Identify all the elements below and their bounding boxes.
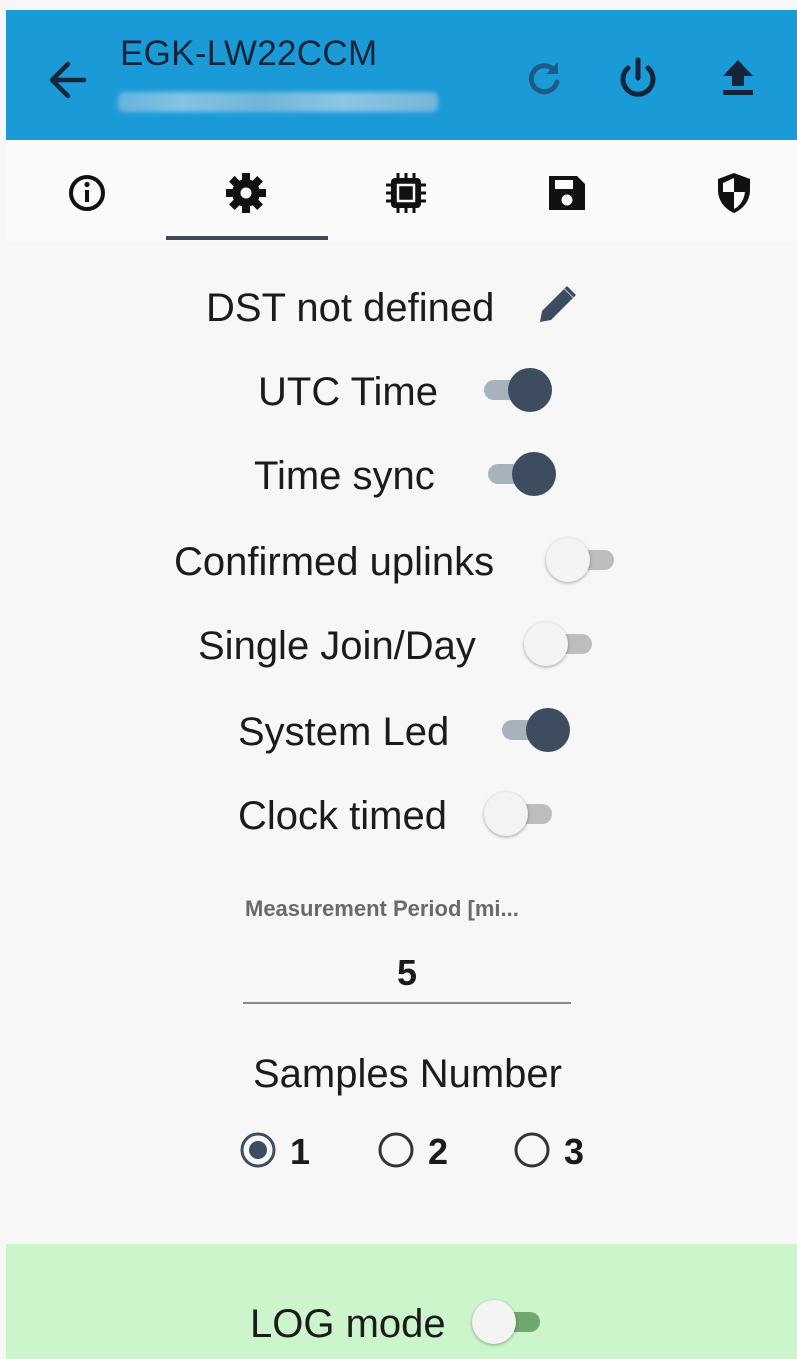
app-bar (6, 10, 797, 140)
samples-option-3-label: 3 (564, 1131, 585, 1172)
confirmed-uplinks-switch[interactable] (546, 538, 620, 582)
time-sync-label: Time sync (254, 454, 435, 498)
clock-timed-switch[interactable] (484, 792, 558, 836)
power-icon[interactable] (614, 52, 662, 104)
confirmed-uplinks-label: Confirmed uplinks (174, 540, 495, 584)
measurement-period-label: Measurement Period [mi... (245, 896, 519, 921)
clock-timed-label: Clock timed (238, 794, 447, 838)
shield-icon[interactable] (709, 168, 759, 218)
pencil-edit-icon[interactable] (534, 282, 580, 328)
samples-radio-3[interactable] (512, 1130, 552, 1170)
measurement-period-input[interactable]: 5 (243, 952, 571, 994)
info-icon[interactable] (62, 168, 112, 218)
upload-icon[interactable] (714, 52, 762, 104)
time-sync-switch[interactable] (482, 452, 556, 496)
chip-icon[interactable] (381, 168, 431, 218)
single-join-label: Single Join/Day (198, 624, 476, 668)
system-led-switch[interactable] (496, 708, 570, 752)
device-subtitle-blurred (118, 92, 438, 112)
back-arrow-icon[interactable] (40, 52, 96, 108)
refresh-icon[interactable] (520, 52, 568, 104)
utc-time-label: UTC Time (258, 370, 438, 414)
system-led-label: System Led (238, 710, 450, 754)
samples-option-2-label: 2 (428, 1131, 449, 1172)
floppy-disk-icon[interactable] (541, 168, 591, 218)
dst-label: DST not defined (206, 286, 495, 330)
utc-time-switch[interactable] (478, 368, 552, 412)
log-mode-switch[interactable] (472, 1300, 546, 1344)
samples-number-title: Samples Number (252, 1052, 562, 1096)
active-tab-indicator (166, 236, 328, 240)
samples-radio-1[interactable] (238, 1130, 278, 1170)
samples-radio-2[interactable] (376, 1130, 416, 1170)
single-join-switch[interactable] (524, 622, 598, 666)
device-title: EGK-LW22CCM (120, 34, 378, 73)
gear-icon[interactable] (221, 168, 271, 218)
log-mode-label: LOG mode (250, 1302, 446, 1346)
measurement-period-underline (243, 1002, 571, 1004)
samples-option-1-label: 1 (290, 1131, 311, 1172)
